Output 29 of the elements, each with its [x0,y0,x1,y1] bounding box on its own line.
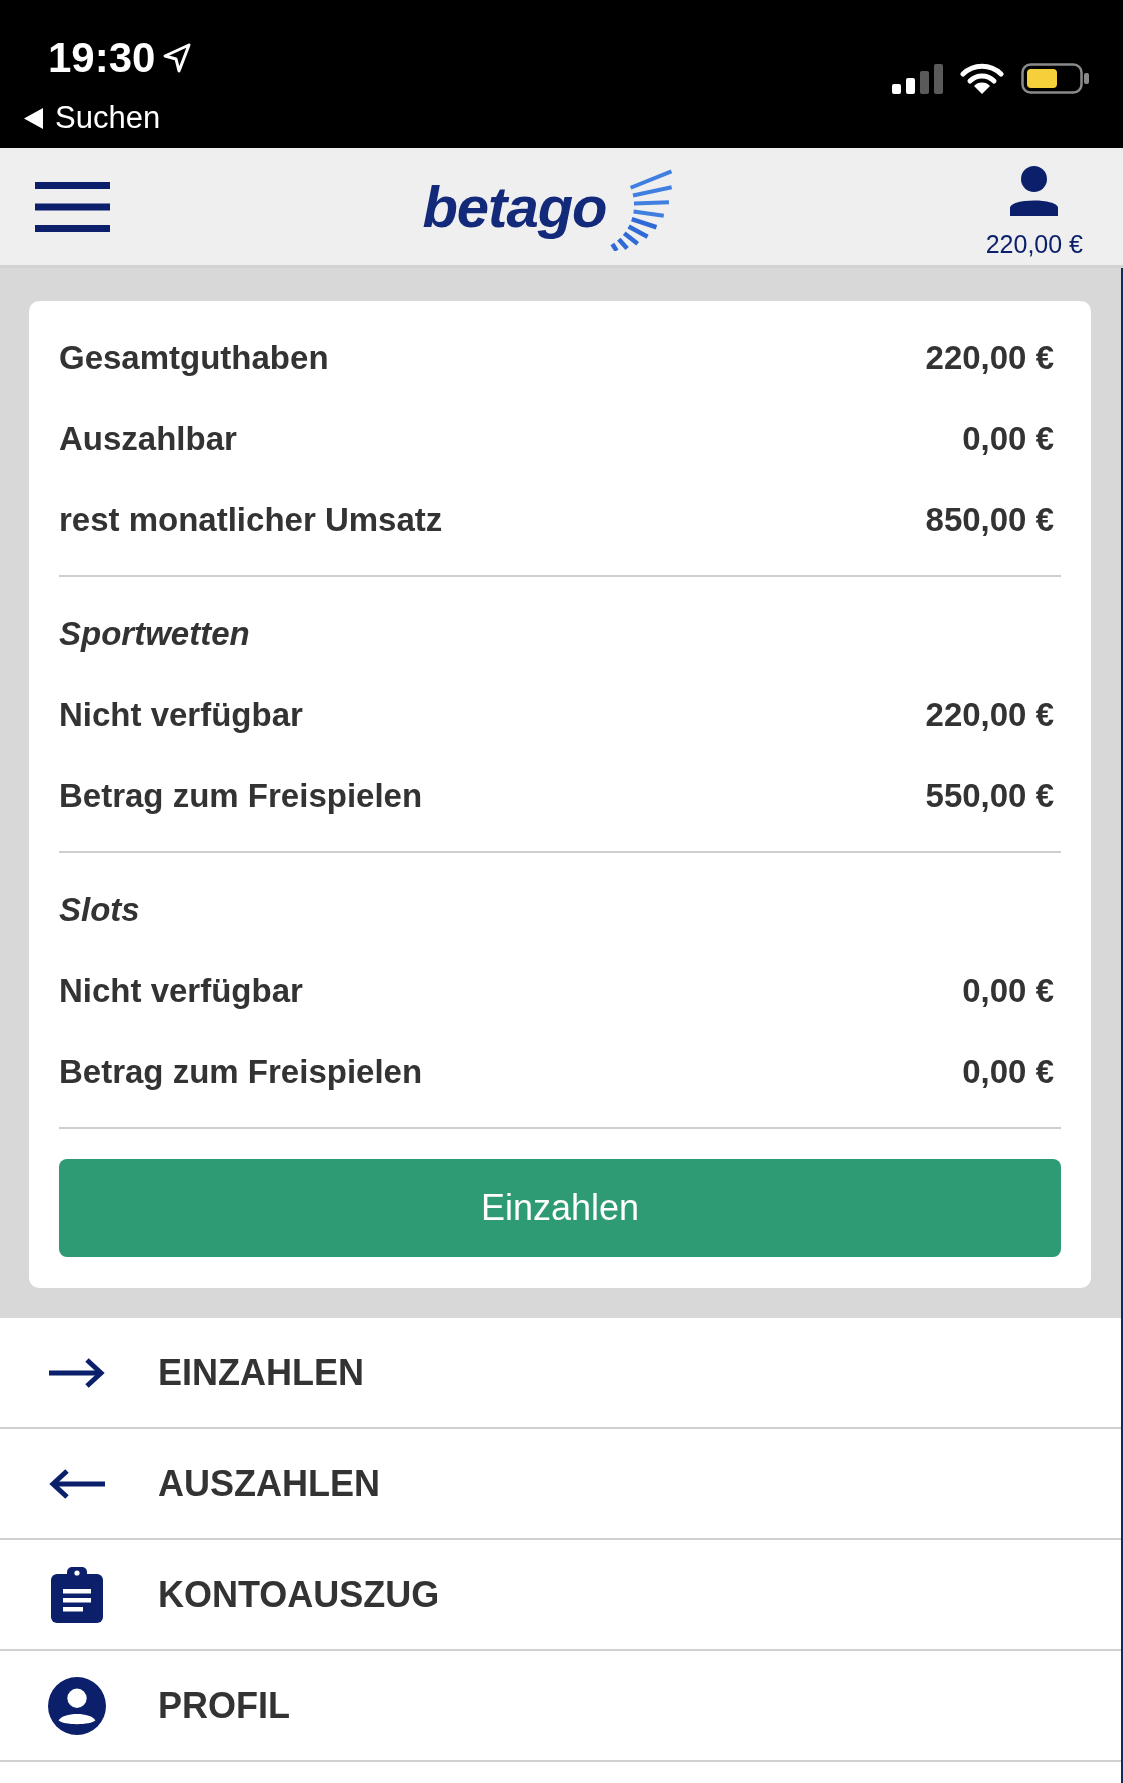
balance-label: Nicht verfügbar [59,971,303,1010]
signal-bars-icon [892,63,943,94]
menu-icon[interactable] [35,181,110,232]
status-time: 19:30 [48,34,156,82]
back-triangle-icon [24,107,43,129]
wifi-icon [960,63,1004,94]
balance-label: Betrag zum Freispielen [59,776,423,815]
balance-amount: 220,00 € [925,695,1055,734]
balance-label: Betrag zum Freispielen [59,1052,423,1091]
balance-label: Nicht verfügbar [59,695,303,734]
section-title: Slots [59,890,140,929]
user-icon[interactable] [1008,165,1061,216]
balance-amount: 0,00 € [962,419,1055,458]
balance-amount: 0,00 € [962,1052,1055,1091]
user-circle-icon [48,1675,106,1736]
balance-amount: 850,00 € [925,500,1055,539]
location-arrow-icon [163,43,192,73]
clipboard-icon [51,1566,103,1623]
balance-amount: 0,00 € [962,971,1055,1010]
battery-icon [1021,63,1089,94]
balance-label: rest monatlicher Umsatz [59,500,443,539]
section-title: Sportwetten [59,614,250,653]
back-link[interactable]: Suchen [24,100,192,136]
balance-label: Gesamtguthaben [59,338,329,377]
balance-amount: 220,00 € [925,338,1055,377]
logo-text: betago [422,172,607,241]
balance-amount: 550,00 € [925,776,1055,815]
balance-label: Auszahlbar [59,419,237,458]
header-balance: 220,00 € [985,229,1083,258]
